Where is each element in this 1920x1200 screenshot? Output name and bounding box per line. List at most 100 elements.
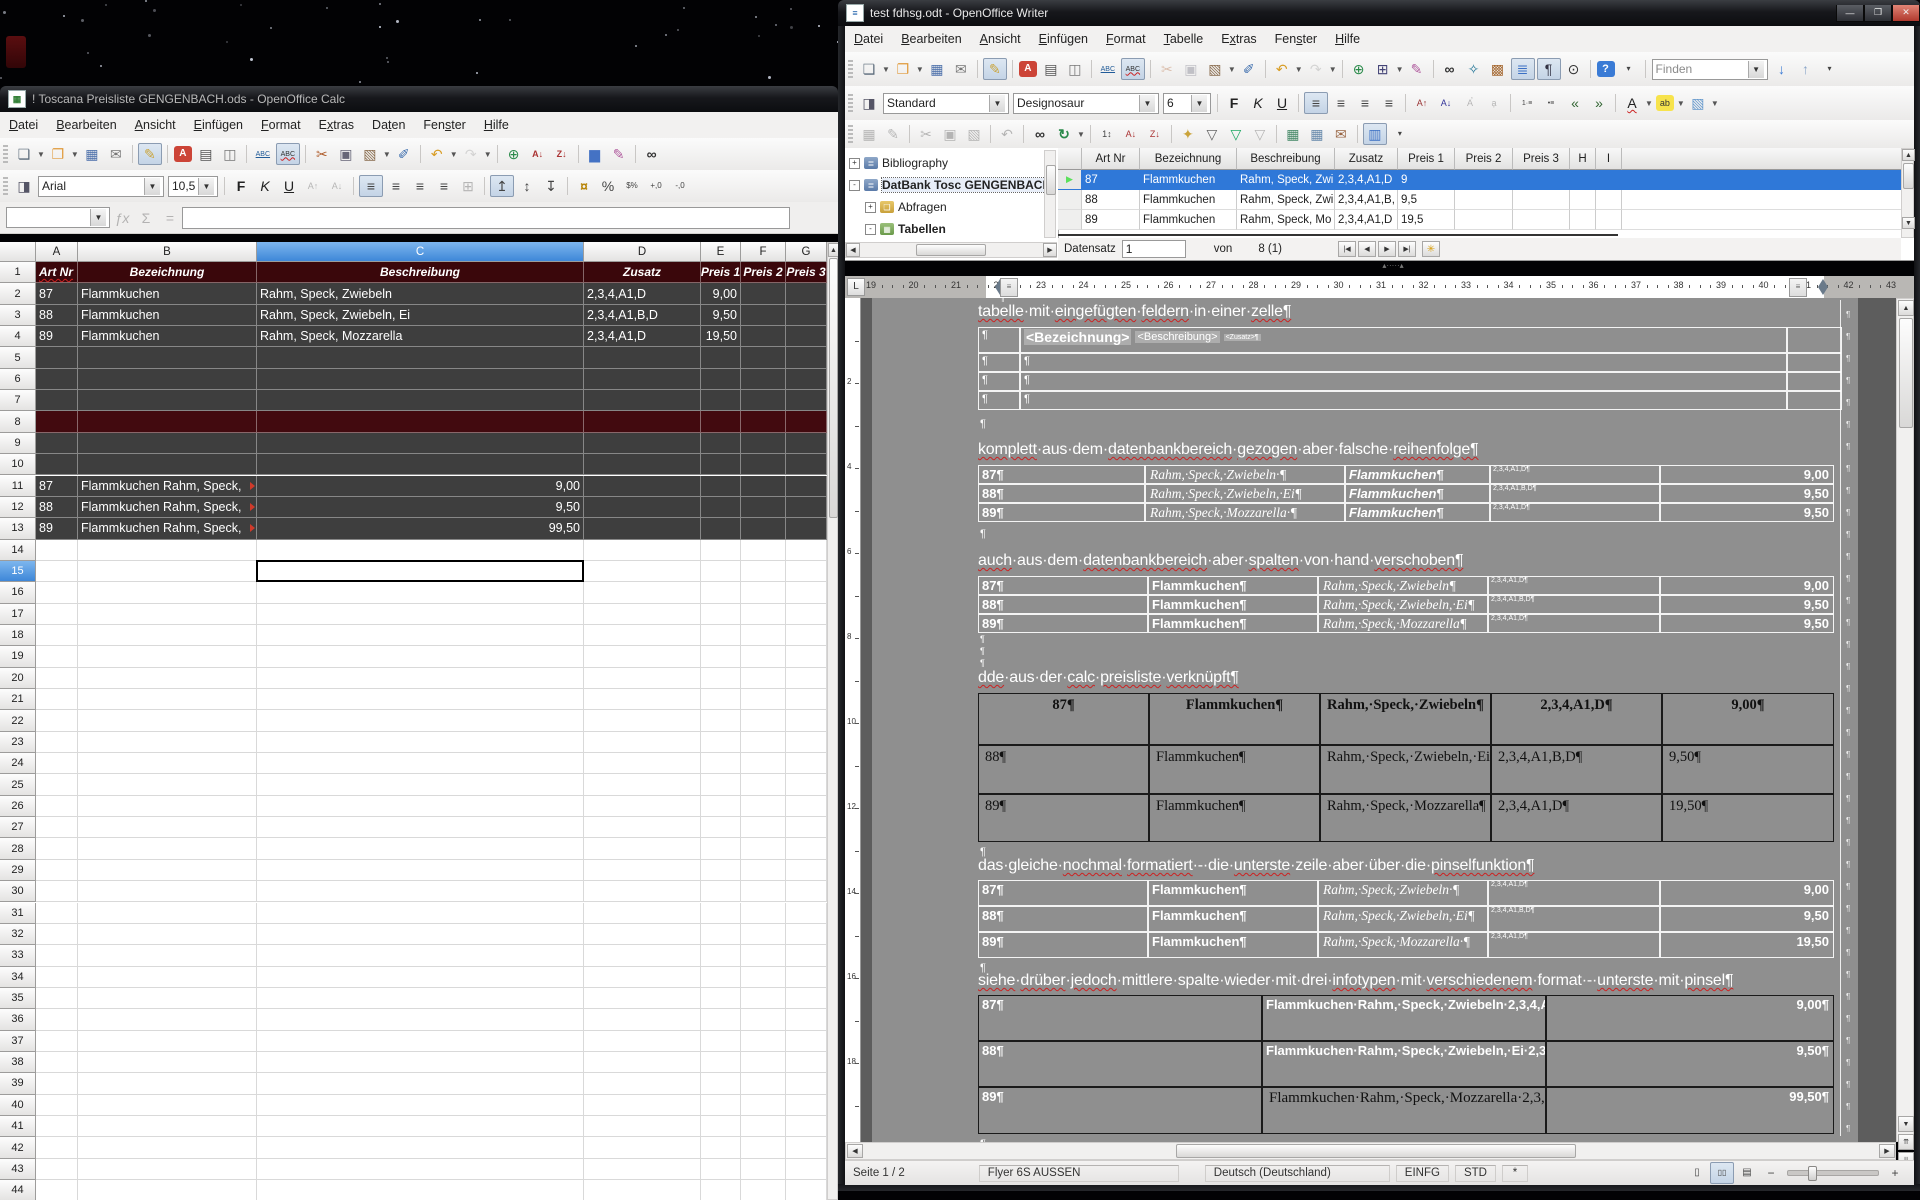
- doc-cell[interactable]: ¶: [978, 391, 1020, 410]
- cell-C26[interactable]: [257, 796, 584, 817]
- menu-bearbeiten[interactable]: Bearbeiten: [892, 29, 970, 49]
- cell-G30[interactable]: [786, 881, 827, 902]
- menu-hilfe[interactable]: Hilfe: [1326, 29, 1369, 49]
- sort-ascending-icon[interactable]: A↓: [1120, 124, 1142, 144]
- row-header-7[interactable]: 7: [0, 390, 36, 411]
- cell-E20[interactable]: [701, 668, 741, 689]
- row-header-31[interactable]: 31: [0, 903, 36, 924]
- grid-cell[interactable]: 89: [1082, 210, 1140, 230]
- cell-G13[interactable]: [786, 518, 827, 539]
- cell-F35[interactable]: [741, 988, 786, 1009]
- cell-G32[interactable]: [786, 924, 827, 945]
- doc-cell[interactable]: 88¶: [978, 1041, 1262, 1087]
- cell-D33[interactable]: [584, 945, 701, 966]
- tree-expander-icon[interactable]: +: [849, 158, 860, 169]
- document-vertical-scrollbar[interactable]: ▲ ▼ ⇈ ⇊: [1896, 298, 1914, 1142]
- cell-B15[interactable]: [78, 561, 257, 582]
- cell-D36[interactable]: [584, 1009, 701, 1030]
- cell-C40[interactable]: [257, 1095, 584, 1116]
- doc-cell[interactable]: 2,3,4,A1,B,D¶: [1491, 745, 1662, 794]
- standard-filter-icon[interactable]: ▽: [1225, 124, 1247, 144]
- row-header-9[interactable]: 9: [0, 433, 36, 454]
- doc-cell[interactable]: Flammkuchen·Rahm,·Speck,·Mozzarella·2,3,…: [1262, 1087, 1546, 1134]
- doc-cell[interactable]: 89¶: [978, 503, 1145, 522]
- cell-F37[interactable]: [741, 1031, 786, 1052]
- column-header-C[interactable]: C: [257, 242, 584, 262]
- row-header-2[interactable]: 2: [0, 283, 36, 304]
- grid-cell[interactable]: Flammkuchen: [1140, 170, 1237, 190]
- mail-merge-icon[interactable]: ✉: [1330, 124, 1352, 144]
- grid-cell[interactable]: 2,3,4,A1,B,: [1335, 190, 1398, 210]
- cell-F20[interactable]: [741, 668, 786, 689]
- status-selection-mode[interactable]: STD: [1455, 1165, 1496, 1182]
- data-to-text-icon[interactable]: ▦: [1282, 124, 1304, 144]
- cell-E7[interactable]: [701, 390, 741, 411]
- doc-cell[interactable]: Rahm,·Speck,·Zwiebeln·¶: [1318, 880, 1488, 906]
- autospellcheck-icon[interactable]: ABC: [276, 143, 300, 165]
- grid-cell[interactable]: [1622, 170, 1914, 190]
- new-document-icon[interactable]: ❏: [13, 144, 35, 164]
- cell-G14[interactable]: [786, 540, 827, 561]
- cell-B21[interactable]: [78, 689, 257, 710]
- gallery-icon[interactable]: ▩: [1487, 59, 1509, 79]
- cell-E38[interactable]: [701, 1052, 741, 1073]
- cell-G36[interactable]: [786, 1009, 827, 1030]
- cell-E12[interactable]: [701, 497, 741, 518]
- view-multi-page-icon[interactable]: ▯▯: [1710, 1162, 1734, 1184]
- grid-header-Preis 1[interactable]: Preis 1: [1398, 148, 1455, 170]
- italic-icon[interactable]: K: [254, 176, 276, 196]
- menu-tabelle[interactable]: Tabelle: [1155, 29, 1213, 49]
- grid-cell[interactable]: ▶: [1058, 170, 1082, 190]
- cell-C9[interactable]: [257, 433, 584, 454]
- doc-cell[interactable]: 87¶: [978, 576, 1148, 595]
- cell-E31[interactable]: [701, 903, 741, 924]
- doc-cell[interactable]: ¶: [1020, 391, 1787, 410]
- cell-E24[interactable]: [701, 753, 741, 774]
- doc-scroll-down-icon[interactable]: ▼: [1898, 1116, 1914, 1132]
- cell-F12[interactable]: [741, 497, 786, 518]
- cell-B26[interactable]: [78, 796, 257, 817]
- cell-F23[interactable]: [741, 732, 786, 753]
- cell-E32[interactable]: [701, 924, 741, 945]
- cell-C24[interactable]: [257, 753, 584, 774]
- row-header-28[interactable]: 28: [0, 838, 36, 859]
- cell-A12[interactable]: 88: [36, 497, 78, 518]
- grid-header-Preis 3[interactable]: Preis 3: [1513, 148, 1570, 170]
- cell-B8[interactable]: [78, 411, 257, 432]
- font-size-combo-dropdown-icon[interactable]: ▼: [198, 178, 214, 195]
- toolbar-grip[interactable]: [848, 94, 853, 112]
- indent-marker-right-bottom[interactable]: [1818, 287, 1828, 295]
- cell-F9[interactable]: [741, 433, 786, 454]
- cell-C3[interactable]: Rahm, Speck, Zwiebeln, Ei: [257, 305, 584, 326]
- row-header-39[interactable]: 39: [0, 1073, 36, 1094]
- tree-item-datbank-tosc-gengenbach[interactable]: -≣DatBank Tosc GENGENBACH: [849, 175, 1051, 195]
- close-button[interactable]: ✕: [1892, 5, 1920, 22]
- cell-F22[interactable]: [741, 710, 786, 731]
- cell-A34[interactable]: [36, 967, 78, 988]
- cell-C1[interactable]: Beschreibung: [257, 262, 584, 283]
- new-document-icon[interactable]: ❏: [858, 59, 880, 79]
- cell-C33[interactable]: [257, 945, 584, 966]
- open-dropdown-icon[interactable]: ▼: [71, 150, 79, 159]
- cell-B3[interactable]: Flammkuchen: [78, 305, 257, 326]
- cell-A43[interactable]: [36, 1159, 78, 1180]
- cell-G15[interactable]: [786, 561, 827, 582]
- cell-G39[interactable]: [786, 1073, 827, 1094]
- cell-G37[interactable]: [786, 1031, 827, 1052]
- cell-A13[interactable]: 89: [36, 518, 78, 539]
- cell-B34[interactable]: [78, 967, 257, 988]
- cell-E2[interactable]: 9,00: [701, 283, 741, 304]
- cell-B30[interactable]: [78, 881, 257, 902]
- cell-B39[interactable]: [78, 1073, 257, 1094]
- cell-G28[interactable]: [786, 838, 827, 859]
- cell-F1[interactable]: Preis 2: [741, 262, 786, 283]
- column-header-F[interactable]: F: [741, 242, 786, 262]
- highlighting-dropdown-icon[interactable]: ▼: [1677, 99, 1685, 108]
- grid-scroll-up-icon[interactable]: ▲: [1902, 149, 1915, 161]
- paste-dropdown-icon[interactable]: ▼: [383, 150, 391, 159]
- font-name-combo[interactable]: Designosaur▼: [1013, 93, 1159, 114]
- cell-E18[interactable]: [701, 625, 741, 646]
- cell-F3[interactable]: [741, 305, 786, 326]
- grid-header-Beschreibung[interactable]: Beschreibung: [1237, 148, 1335, 170]
- doc-cell[interactable]: 88¶: [978, 906, 1148, 932]
